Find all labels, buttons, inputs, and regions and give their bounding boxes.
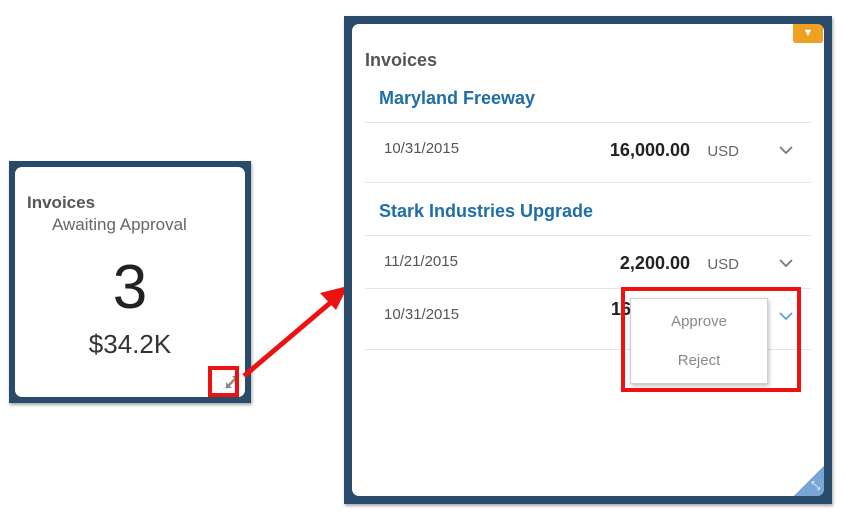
awaiting-count: 3 [112, 253, 148, 322]
invoice-currency: USD [707, 143, 739, 160]
small-tile-title: Invoices [27, 193, 96, 212]
invoices-expanded-tile: Invoices ▼ Maryland Freeway 10/31/2015 1… [344, 16, 832, 504]
divider [365, 182, 811, 183]
chevron-down-icon[interactable] [778, 255, 794, 271]
invoices-small-tile-card[interactable]: Invoices Awaiting Approval 3 $34.2K [15, 167, 245, 397]
group-heading-stark-industries[interactable]: Stark Industries Upgrade [379, 201, 593, 222]
invoices-expanded-card: Invoices ▼ Maryland Freeway 10/31/2015 1… [352, 24, 824, 496]
invoice-amount: 2,200.00 [619, 253, 690, 273]
group-heading-maryland-freeway[interactable]: Maryland Freeway [379, 88, 535, 109]
invoice-currency: USD [707, 256, 739, 273]
collapse-arrows-icon[interactable]: ⤡ [794, 466, 824, 496]
invoice-date: 10/31/2015 [384, 306, 460, 323]
expanded-tile-title: Invoices [365, 50, 438, 70]
invoice-date: 11/21/2015 [384, 253, 458, 270]
small-tile-subtitle: Awaiting Approval [52, 215, 187, 234]
screenshot-stage: Invoices Awaiting Approval 3 $34.2K Invo… [0, 0, 847, 519]
chevron-down-icon[interactable] [778, 142, 794, 158]
action-menu-highlight [621, 287, 801, 392]
caret-down-icon[interactable]: ▼ [793, 24, 823, 43]
invoice-amount: 16,000.00 [609, 140, 690, 160]
awaiting-amount: $34.2K [88, 329, 172, 359]
divider [365, 235, 811, 236]
divider [365, 122, 811, 123]
invoice-date: 10/31/2015 [384, 140, 460, 157]
expand-icon-highlight [208, 366, 239, 397]
